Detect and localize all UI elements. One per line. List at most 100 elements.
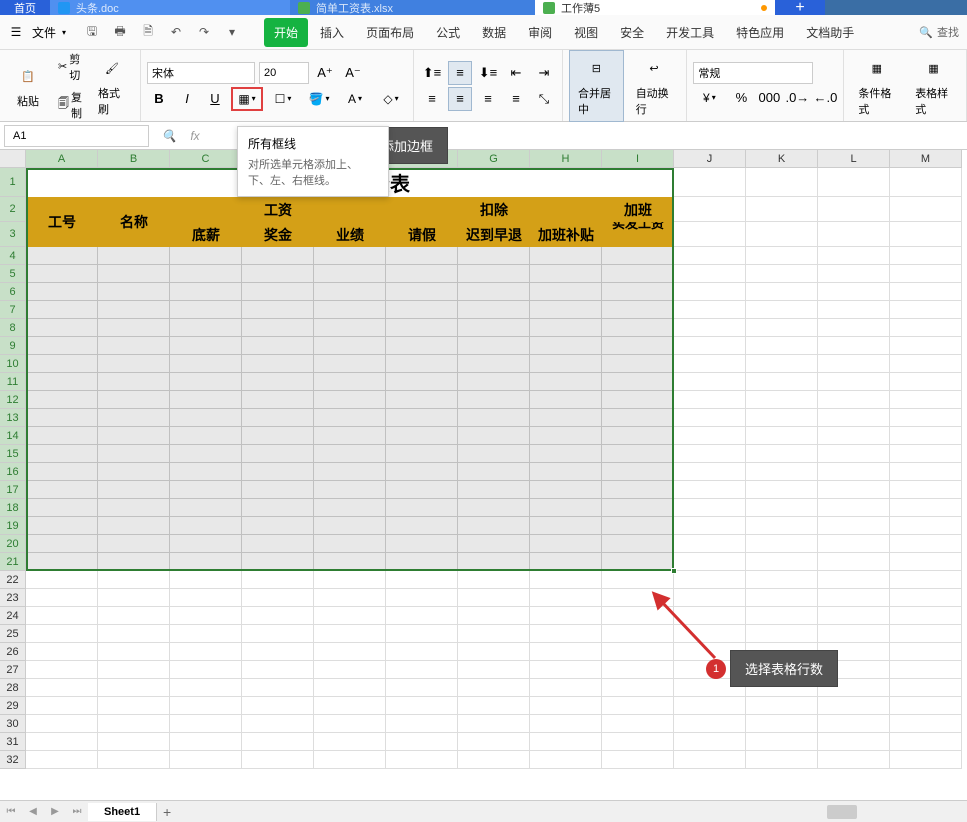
cell[interactable] <box>530 247 602 265</box>
cell[interactable] <box>98 625 170 643</box>
cell[interactable] <box>242 625 314 643</box>
cell[interactable] <box>386 319 458 337</box>
cell[interactable] <box>818 427 890 445</box>
cell[interactable] <box>314 607 386 625</box>
cell[interactable] <box>890 409 962 427</box>
cell[interactable] <box>314 679 386 697</box>
header-cell[interactable]: 请假 <box>386 222 458 247</box>
cell[interactable] <box>890 391 962 409</box>
row-header-17[interactable]: 17 <box>0 481 26 499</box>
cell[interactable] <box>674 373 746 391</box>
cell[interactable] <box>242 409 314 427</box>
cell[interactable] <box>602 571 674 589</box>
header-cell[interactable]: 底薪 <box>170 222 242 247</box>
cell[interactable] <box>458 355 530 373</box>
cell[interactable] <box>170 589 242 607</box>
cell[interactable] <box>242 715 314 733</box>
cell[interactable] <box>890 661 962 679</box>
cell[interactable] <box>674 733 746 751</box>
cell[interactable] <box>26 481 98 499</box>
cell[interactable] <box>386 445 458 463</box>
cell[interactable] <box>890 589 962 607</box>
cell[interactable] <box>818 589 890 607</box>
cell[interactable] <box>386 391 458 409</box>
add-sheet-button[interactable]: + <box>157 804 177 820</box>
cell[interactable] <box>818 337 890 355</box>
ribbon-tab-5[interactable]: 审阅 <box>518 18 562 47</box>
cell[interactable] <box>26 715 98 733</box>
cell[interactable] <box>890 679 962 697</box>
cell[interactable] <box>386 643 458 661</box>
cell[interactable] <box>818 481 890 499</box>
cell[interactable] <box>458 535 530 553</box>
cell[interactable] <box>170 301 242 319</box>
cell[interactable] <box>818 499 890 517</box>
row-header-2[interactable]: 2 <box>0 197 26 222</box>
cell[interactable] <box>818 373 890 391</box>
col-header-J[interactable]: J <box>674 150 746 168</box>
wrap-text-button[interactable]: ↩ 自动换行 <box>628 51 681 121</box>
cell[interactable] <box>818 265 890 283</box>
cell[interactable] <box>602 337 674 355</box>
cell[interactable] <box>530 625 602 643</box>
cell[interactable] <box>746 517 818 535</box>
cell[interactable] <box>386 625 458 643</box>
cell[interactable] <box>170 625 242 643</box>
cell[interactable] <box>26 391 98 409</box>
cell[interactable] <box>98 355 170 373</box>
cut-button[interactable]: ✂剪切 <box>54 49 86 85</box>
cell[interactable] <box>746 391 818 409</box>
cell[interactable] <box>674 553 746 571</box>
cell[interactable] <box>530 409 602 427</box>
cell[interactable] <box>314 319 386 337</box>
cell[interactable] <box>314 499 386 517</box>
cell[interactable] <box>530 265 602 283</box>
cell[interactable] <box>530 481 602 499</box>
cell[interactable] <box>98 337 170 355</box>
cell[interactable] <box>458 679 530 697</box>
cell[interactable] <box>98 481 170 499</box>
cell[interactable] <box>170 481 242 499</box>
cell[interactable] <box>386 535 458 553</box>
cell[interactable] <box>386 409 458 427</box>
cell[interactable] <box>242 661 314 679</box>
cell[interactable] <box>674 319 746 337</box>
align-middle-button[interactable]: ≡ <box>448 61 472 85</box>
cell[interactable] <box>746 481 818 499</box>
cell[interactable] <box>242 481 314 499</box>
cell[interactable] <box>746 463 818 481</box>
cell[interactable] <box>26 679 98 697</box>
cell[interactable] <box>818 301 890 319</box>
cell[interactable] <box>818 625 890 643</box>
cell[interactable] <box>818 697 890 715</box>
decrease-indent-button[interactable]: ⇤ <box>504 61 528 85</box>
cell[interactable] <box>890 373 962 391</box>
cell[interactable] <box>98 733 170 751</box>
cell[interactable] <box>242 247 314 265</box>
cell[interactable] <box>890 535 962 553</box>
cell[interactable] <box>26 553 98 571</box>
cell[interactable] <box>458 427 530 445</box>
cell[interactable] <box>674 355 746 373</box>
cell[interactable] <box>242 355 314 373</box>
cell[interactable] <box>386 247 458 265</box>
cell[interactable] <box>26 499 98 517</box>
sheet-nav-next[interactable]: ▶ <box>46 803 64 821</box>
row-header-10[interactable]: 10 <box>0 355 26 373</box>
cell[interactable] <box>746 319 818 337</box>
cell[interactable] <box>674 625 746 643</box>
increase-indent-button[interactable]: ⇥ <box>532 61 556 85</box>
row-header-30[interactable]: 30 <box>0 715 26 733</box>
ribbon-tab-9[interactable]: 特色应用 <box>726 18 794 47</box>
cell[interactable] <box>314 391 386 409</box>
cell[interactable] <box>530 553 602 571</box>
header-cell[interactable]: 加班 <box>602 197 674 222</box>
cell[interactable] <box>458 715 530 733</box>
cell[interactable] <box>242 499 314 517</box>
preview-button[interactable]: 🗎 <box>138 22 158 42</box>
cell[interactable] <box>530 373 602 391</box>
row-header-29[interactable]: 29 <box>0 697 26 715</box>
cell[interactable] <box>98 715 170 733</box>
cell[interactable] <box>890 571 962 589</box>
cell[interactable] <box>386 715 458 733</box>
